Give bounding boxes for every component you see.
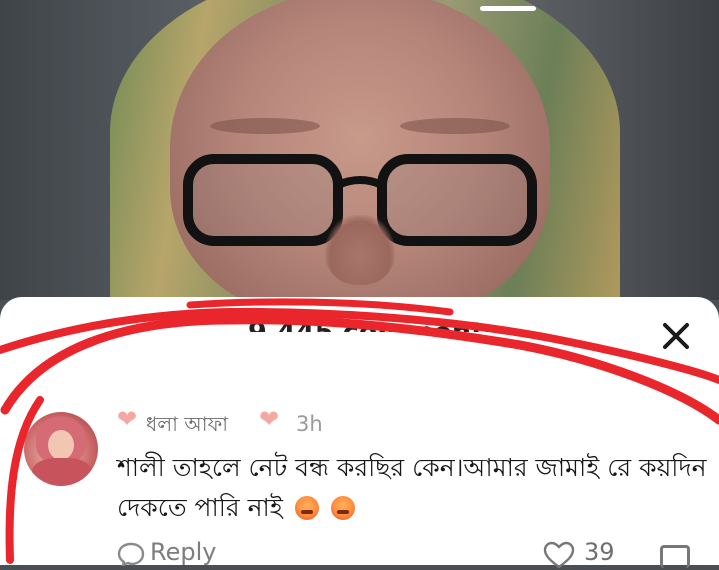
avatar[interactable] xyxy=(24,412,98,486)
comment-text: শালী তাহলে নেট বন্ধ করছির কেন।আমার জামাই… xyxy=(117,453,707,522)
close-icon[interactable] xyxy=(656,316,696,356)
heart-icon: ❤ xyxy=(259,405,280,433)
nose xyxy=(325,215,395,285)
heart-icon: ❤ xyxy=(117,405,138,433)
right-brow xyxy=(400,118,510,134)
comment-timestamp: 3h xyxy=(296,412,323,436)
reply-button[interactable]: Reply xyxy=(150,538,216,566)
comment-author[interactable]: ধলা আফা xyxy=(146,410,228,443)
video-frame xyxy=(0,0,719,300)
reply-icon[interactable] xyxy=(117,542,145,566)
left-brow xyxy=(210,118,320,134)
like-count: 39 xyxy=(584,538,615,566)
angry-face-emoji xyxy=(294,496,319,520)
drag-handle[interactable] xyxy=(480,6,536,11)
comments-count: 9,445 comments xyxy=(248,310,500,332)
angry-face-emoji xyxy=(330,496,355,520)
like-heart-icon[interactable] xyxy=(542,540,576,570)
